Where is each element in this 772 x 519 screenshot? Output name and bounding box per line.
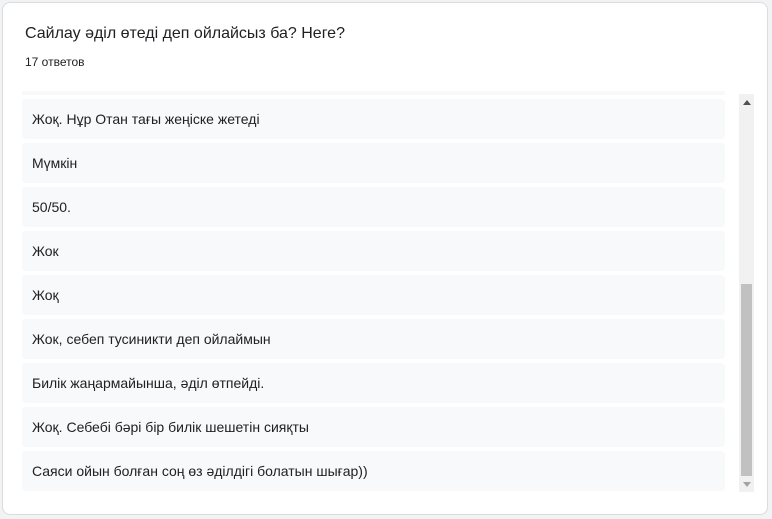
list-item: 50/50. [22,187,725,227]
arrow-up-icon [742,99,751,105]
question-title: Сайлау әділ өтеді деп ойлайсыз ба? Неге? [25,25,345,42]
list-item: Жоқ [22,275,725,315]
scrollbar-thumb[interactable] [741,284,752,476]
list-item: Саяси ойын болған соң өз әділдігі болаты… [22,451,725,491]
vertical-scrollbar[interactable] [739,94,754,492]
list-item: Жок [22,231,725,271]
list-item-partial [22,91,725,95]
scroll-down-button[interactable] [739,477,754,491]
scroll-up-button[interactable] [739,95,754,109]
response-count: 17 ответов [25,55,85,69]
response-list[interactable]: Жоқ. Нұр Отан тағы жеңіске жетеді Мүмкін… [22,91,725,492]
list-item: Жоқ. Себебі бәрі бір билік шешетін сияқт… [22,407,725,447]
list-item: Жок, себеп тусиникти деп ойлаймын [22,319,725,359]
list-item: Жоқ. Нұр Отан тағы жеңіске жетеді [22,99,725,139]
list-item: Билік жаңармайынша, әділ өтпейді. [22,363,725,403]
list-item: Мүмкін [22,143,725,183]
arrow-down-icon [742,481,751,487]
